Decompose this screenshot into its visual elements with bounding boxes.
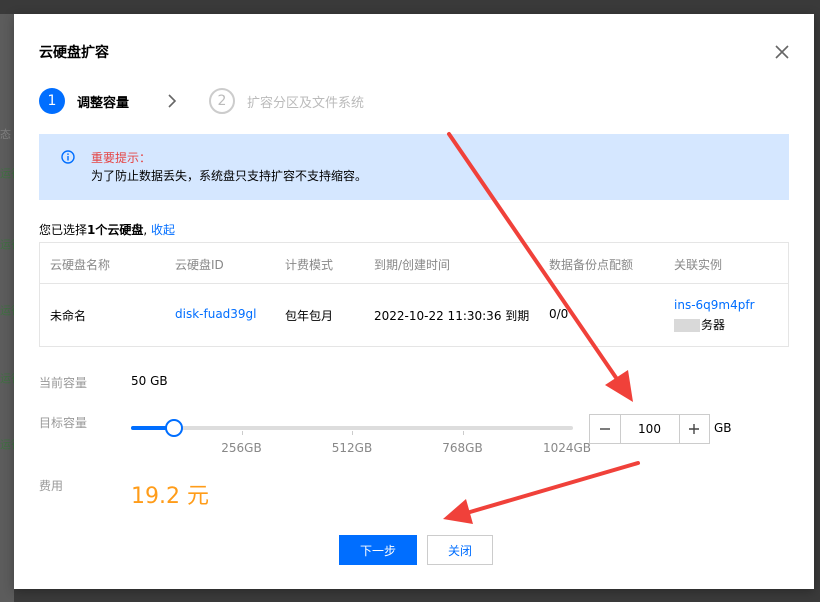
column-header: 数据备份点配额	[549, 258, 634, 272]
background-fragment: 运行中	[0, 238, 14, 251]
close-button[interactable]: 关闭	[427, 535, 493, 565]
dialog-title: 云硬盘扩容	[39, 45, 109, 61]
background-fragment: 运行中	[0, 438, 14, 451]
expiry-time: 2022-10-22 11:30:36 到期	[374, 309, 530, 323]
background-fragment: 态	[0, 128, 11, 141]
increment-button[interactable]	[678, 415, 710, 443]
step-expand-partition: 2 扩容分区及文件系统	[209, 88, 364, 114]
instance-id-link[interactable]: ins-6q9m4pfr	[674, 298, 755, 312]
selection-prefix: 您已选择	[39, 223, 88, 237]
capacity-stepper	[589, 414, 710, 444]
current-capacity-value: 50 GB	[131, 374, 168, 388]
slider-tick-label: 768GB	[442, 441, 483, 455]
plus-icon	[689, 424, 700, 434]
table-header: 云硬盘名称 云硬盘ID 计费模式 到期/创建时间 数据备份点配额 关联实例	[40, 243, 788, 284]
collapse-link[interactable]: 收起	[151, 223, 175, 237]
capacity-input[interactable]	[620, 415, 679, 443]
disk-name: 未命名	[50, 309, 87, 323]
background-fragment: 运行中	[0, 167, 14, 180]
resize-disk-dialog: 云硬盘扩容 1 调整容量 2 扩容分区及文件系统 重要提示： 为了防止数据丢失，…	[14, 14, 814, 589]
next-step-button[interactable]: 下一步	[339, 535, 417, 565]
step-number: 2	[209, 88, 235, 114]
capacity-unit: GB	[714, 421, 732, 435]
fee-label: 费用	[39, 479, 64, 493]
disk-id-link[interactable]: disk-fuad39gl	[175, 307, 257, 321]
slider-tick-label: 1024GB	[542, 441, 592, 455]
notice-text: 为了防止数据丢失，系统盘只支持扩容不支持缩容。	[91, 169, 368, 183]
instance-name: 务器	[674, 316, 725, 333]
background-fragment: 运行中	[0, 372, 14, 385]
background-fragment: 运行中	[0, 304, 14, 317]
notice-title: 重要提示：	[91, 151, 152, 165]
instance-name-text: 务器	[701, 318, 726, 332]
capacity-slider[interactable]: 256GB 512GB 768GB 1024GB	[131, 417, 591, 455]
step-label: 调整容量	[77, 95, 130, 111]
backup-quota: 0/0	[549, 307, 569, 321]
column-header: 计费模式	[285, 258, 334, 272]
step-number: 1	[39, 88, 65, 114]
redacted-block	[674, 319, 700, 332]
minus-icon	[599, 428, 610, 430]
step-adjust-capacity: 1 调整容量	[39, 88, 129, 114]
step-label: 扩容分区及文件系统	[247, 95, 365, 111]
current-capacity-label: 当前容量	[39, 376, 88, 390]
selection-count: 1个云硬盘	[87, 223, 144, 237]
disk-table: 云硬盘名称 云硬盘ID 计费模式 到期/创建时间 数据备份点配额 关联实例 未命…	[39, 242, 789, 347]
info-icon	[61, 150, 75, 164]
target-capacity-label: 目标容量	[39, 416, 88, 430]
slider-tick	[352, 431, 353, 435]
slider-tick-label: 256GB	[221, 441, 262, 455]
billing-mode: 包年包月	[285, 309, 334, 323]
close-icon[interactable]	[774, 44, 790, 60]
slider-tick	[241, 431, 243, 435]
selection-summary: 您已选择1个云硬盘, 收起	[39, 223, 176, 237]
column-header: 到期/创建时间	[374, 258, 451, 272]
column-header: 云硬盘ID	[175, 258, 224, 272]
slider-track[interactable]	[131, 426, 573, 430]
important-notice: 重要提示： 为了防止数据丢失，系统盘只支持扩容不支持缩容。	[39, 134, 789, 200]
decrement-button[interactable]	[590, 415, 621, 443]
slider-thumb[interactable]	[165, 419, 184, 437]
fee-value: 19.2 元	[131, 484, 209, 509]
slider-tick	[462, 431, 464, 435]
slider-tick-label: 512GB	[331, 441, 373, 455]
chevron-right-icon	[168, 94, 177, 108]
column-header: 关联实例	[674, 258, 723, 272]
column-header: 云硬盘名称	[50, 258, 111, 272]
